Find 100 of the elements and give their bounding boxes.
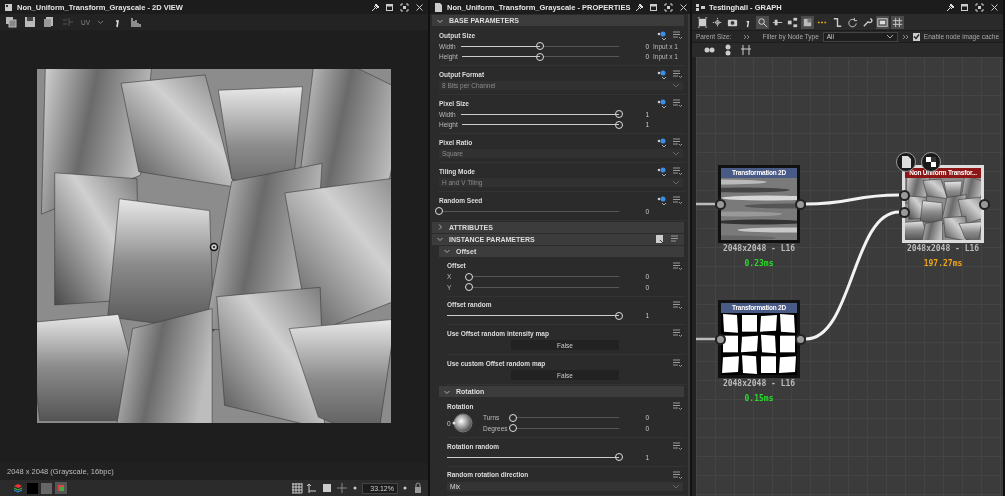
menu-icon[interactable] — [672, 98, 683, 108]
node-time: 0.15ms — [743, 394, 775, 403]
output-pin[interactable] — [795, 334, 806, 345]
frame-icon[interactable] — [696, 15, 709, 29]
slider-thumb[interactable] — [509, 424, 517, 433]
node-time: 197.27ms — [922, 259, 964, 268]
link-icon[interactable] — [656, 195, 667, 205]
pin-icon[interactable] — [634, 2, 644, 12]
menu-icon[interactable] — [672, 299, 683, 310]
input-pin[interactable] — [899, 190, 910, 201]
document-icon — [434, 2, 443, 12]
document-icon[interactable] — [896, 152, 916, 172]
copy-icon[interactable] — [43, 16, 55, 28]
slider-track[interactable] — [461, 42, 619, 51]
output-pin[interactable] — [795, 199, 806, 210]
pan-icon[interactable] — [711, 15, 724, 29]
histogram-icon[interactable] — [130, 16, 143, 28]
fit-icon[interactable] — [321, 482, 333, 494]
menu-icon[interactable] — [670, 234, 680, 244]
menu-icon[interactable] — [672, 137, 683, 147]
pin-icon[interactable] — [945, 2, 954, 12]
checkbox[interactable] — [912, 32, 920, 41]
caret-icon — [672, 150, 680, 157]
tree-icon[interactable] — [786, 15, 799, 29]
close-icon[interactable] — [415, 2, 424, 12]
graph-icon — [696, 2, 705, 12]
elbow-icon[interactable] — [831, 15, 844, 29]
close-icon[interactable] — [679, 2, 689, 12]
channels-icon — [62, 16, 74, 28]
slider-track[interactable] — [461, 52, 619, 61]
input-pin[interactable] — [899, 207, 910, 218]
slider-thumb[interactable] — [536, 42, 544, 51]
input-pin[interactable] — [715, 334, 726, 345]
menu-icon[interactable] — [672, 401, 683, 411]
caret-icon — [672, 482, 680, 490]
duplicate-icon[interactable] — [5, 16, 17, 28]
link-icon[interactable] — [656, 98, 667, 108]
restore-icon[interactable] — [649, 2, 659, 12]
input-pin[interactable] — [715, 199, 726, 210]
layers-icon[interactable] — [12, 482, 24, 494]
lock-icon[interactable] — [412, 482, 424, 494]
decrease-icon[interactable] — [351, 484, 359, 492]
save-icon[interactable] — [24, 16, 36, 28]
slider-thumb[interactable] — [615, 120, 623, 129]
output-pin[interactable] — [979, 199, 990, 210]
maximize-icon[interactable] — [400, 2, 409, 12]
slider-thumb[interactable] — [509, 413, 517, 422]
caret-icon — [97, 19, 105, 25]
caret-icon — [672, 179, 680, 186]
slider-thumb[interactable] — [465, 283, 473, 292]
input-wire — [696, 202, 715, 206]
node-resolution: 2048x2048 - L16 — [905, 244, 981, 253]
pin-icon[interactable] — [370, 2, 379, 12]
slider-thumb[interactable] — [615, 311, 623, 320]
slider-thumb[interactable] — [615, 110, 623, 119]
wrench-icon[interactable] — [861, 15, 874, 29]
node-resolution: 2048x2048 - L16 — [721, 244, 797, 253]
axis-icon[interactable] — [306, 482, 318, 494]
maximize-icon[interactable] — [975, 2, 984, 12]
close-icon[interactable] — [990, 2, 999, 12]
increase-icon[interactable] — [401, 484, 409, 492]
input-wire — [696, 337, 715, 341]
caret-icon — [672, 82, 680, 89]
caret-icon — [885, 33, 894, 40]
menu-icon[interactable] — [672, 260, 683, 271]
expand-icon[interactable] — [901, 33, 909, 40]
link-icon[interactable] — [656, 30, 667, 40]
grid-icon[interactable] — [291, 482, 303, 494]
preset-icon[interactable] — [655, 234, 665, 244]
expand-icon[interactable] — [742, 33, 750, 40]
menu-icon[interactable] — [672, 441, 683, 451]
snap-icon[interactable] — [740, 44, 752, 56]
menu-icon[interactable] — [672, 358, 683, 368]
maximize-icon[interactable] — [664, 2, 674, 12]
channel-swatch[interactable] — [27, 482, 38, 494]
square-icon[interactable] — [801, 15, 814, 29]
slider-thumb[interactable] — [435, 207, 443, 216]
grid-icon[interactable] — [891, 15, 904, 29]
node-time: 0.23ms — [743, 259, 775, 268]
slider-thumb[interactable] — [465, 272, 473, 281]
menu-icon[interactable] — [672, 69, 683, 79]
checker-icon[interactable] — [921, 152, 941, 172]
rotation-dial[interactable] — [452, 412, 474, 434]
search-icon[interactable] — [756, 15, 769, 29]
restore-icon[interactable] — [960, 2, 969, 12]
menu-icon[interactable] — [672, 328, 683, 338]
pivot-handle[interactable] — [209, 242, 219, 252]
channel-swatch[interactable] — [41, 482, 52, 494]
menu-icon[interactable] — [672, 30, 683, 40]
display-icon[interactable] — [876, 15, 889, 29]
menu-icon[interactable] — [672, 195, 683, 205]
restore-icon[interactable] — [385, 2, 394, 12]
slider-thumb[interactable] — [615, 453, 623, 462]
menu-icon[interactable] — [672, 166, 683, 176]
view-icon — [4, 2, 13, 12]
rgb-view-icon[interactable] — [55, 482, 67, 494]
menu-icon[interactable] — [672, 469, 683, 480]
slider-thumb[interactable] — [536, 52, 545, 61]
node-resolution: 2048x2048 - L16 — [721, 379, 797, 388]
refresh-icon[interactable] — [846, 15, 859, 29]
